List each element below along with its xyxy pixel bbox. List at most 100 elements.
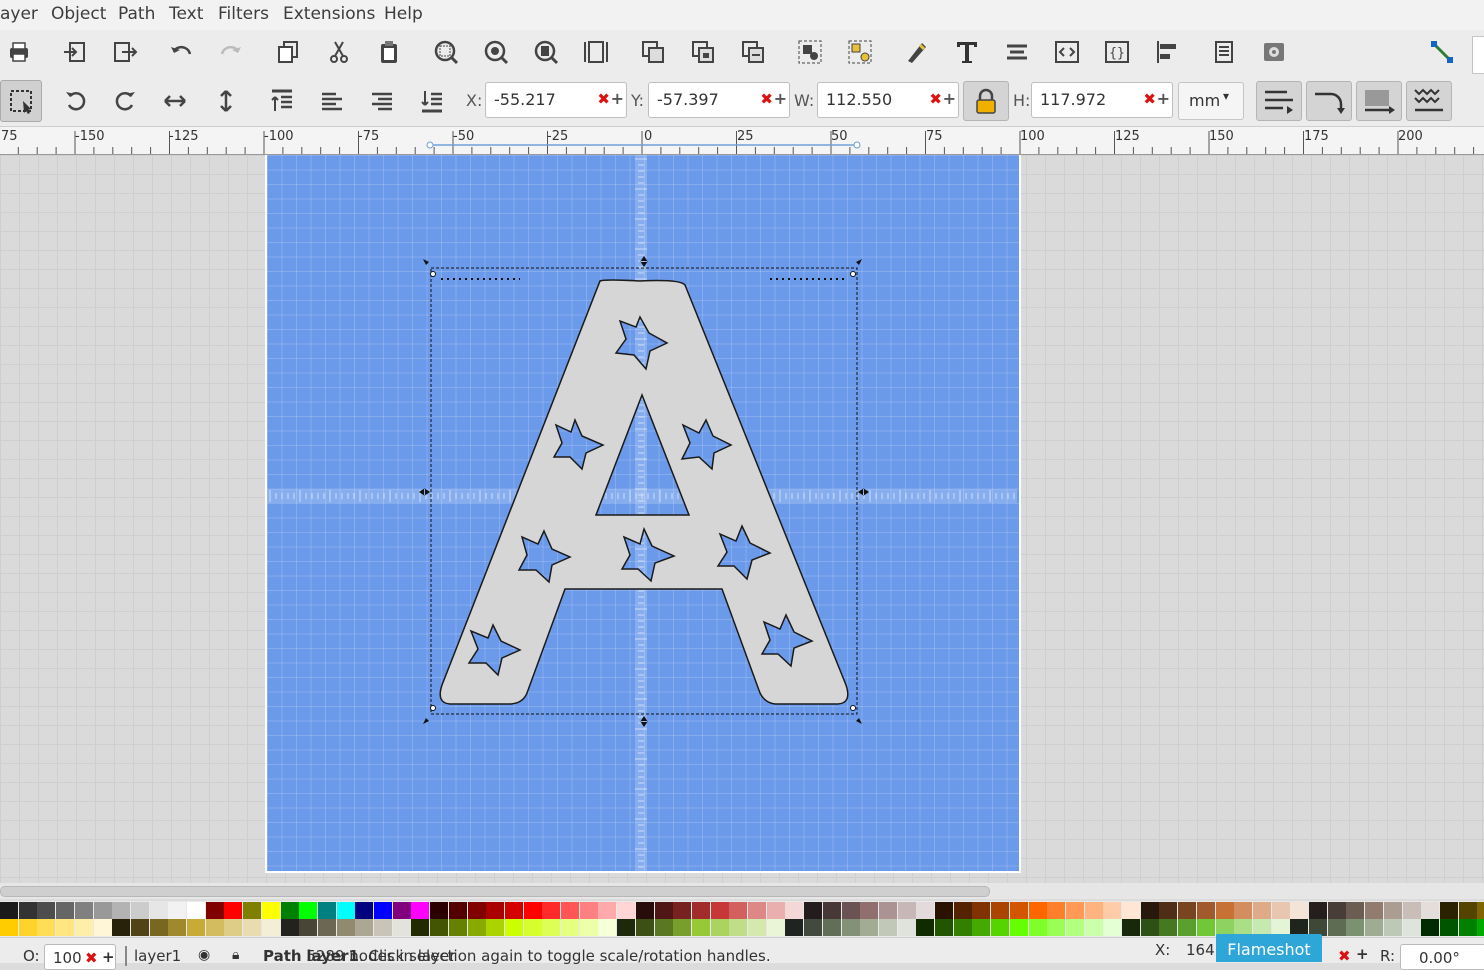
color-swatch[interactable] <box>523 919 542 936</box>
color-swatch[interactable] <box>579 919 598 936</box>
align-icon[interactable] <box>1152 37 1182 67</box>
color-swatch[interactable] <box>374 919 392 936</box>
color-swatch[interactable] <box>93 919 112 936</box>
color-swatch[interactable] <box>261 919 280 936</box>
text-font-icon[interactable] <box>952 37 982 67</box>
unit-select[interactable]: mm ▾ <box>1178 82 1244 120</box>
color-swatch[interactable] <box>935 919 953 936</box>
color-swatch[interactable] <box>579 902 598 919</box>
horizontal-ruler[interactable]: 75 -150 -125 -100 -75 -50 -25 0 25 50 75… <box>0 127 1484 155</box>
color-swatch[interactable] <box>542 902 561 919</box>
flameshot-tooltip[interactable]: Flameshot <box>1216 934 1322 962</box>
color-swatch[interactable] <box>1140 902 1159 919</box>
rotation-plus-icon[interactable]: + <box>1356 945 1369 963</box>
color-swatch[interactable] <box>822 902 841 919</box>
color-swatch[interactable] <box>448 902 467 919</box>
color-swatch[interactable] <box>766 919 785 936</box>
color-swatch[interactable] <box>224 902 243 919</box>
color-swatch[interactable] <box>374 902 392 919</box>
color-swatch[interactable] <box>748 902 766 919</box>
color-swatch[interactable] <box>1346 902 1365 919</box>
color-swatch[interactable] <box>1065 902 1084 919</box>
zoom-selection-icon[interactable] <box>431 37 461 67</box>
color-swatch[interactable] <box>1327 919 1346 936</box>
ungroup-icon[interactable] <box>845 37 875 67</box>
import-icon[interactable] <box>60 37 90 67</box>
color-swatch[interactable] <box>972 919 991 936</box>
color-swatch[interactable] <box>841 919 860 936</box>
color-swatch[interactable] <box>504 902 523 919</box>
lock-ratio-button[interactable] <box>963 81 1009 121</box>
zoom-drawing-icon[interactable] <box>481 37 511 67</box>
color-swatch[interactable] <box>691 902 710 919</box>
export-icon[interactable] <box>110 37 140 67</box>
color-swatch[interactable] <box>299 919 318 936</box>
color-swatch[interactable] <box>93 902 112 919</box>
color-swatch[interactable] <box>729 902 748 919</box>
color-swatch[interactable] <box>392 919 411 936</box>
menu-object[interactable]: Object <box>51 4 106 24</box>
w-field[interactable]: ✖+ <box>817 82 959 118</box>
color-swatch[interactable] <box>561 902 579 919</box>
color-swatch[interactable] <box>561 919 579 936</box>
color-swatch[interactable] <box>617 902 636 919</box>
color-swatch[interactable] <box>1047 902 1066 919</box>
color-swatch[interactable] <box>523 902 542 919</box>
color-swatch[interactable] <box>991 902 1010 919</box>
transform-pattern-button[interactable] <box>1406 81 1452 121</box>
color-swatch[interactable] <box>1458 902 1477 919</box>
color-swatch[interactable] <box>1234 902 1253 919</box>
color-swatch[interactable] <box>1103 919 1122 936</box>
color-swatch[interactable] <box>1439 902 1458 919</box>
preferences-icon[interactable] <box>1259 37 1289 67</box>
scrollbar-thumb[interactable] <box>0 886 990 897</box>
color-swatch[interactable] <box>317 919 336 936</box>
current-layer[interactable]: layer1 <box>134 947 181 965</box>
lock-layer-icon[interactable]: 🔒︎ <box>232 947 239 963</box>
color-swatch[interactable] <box>1178 902 1197 919</box>
h-input[interactable] <box>1038 89 1137 110</box>
horizontal-scrollbar[interactable] <box>0 883 1484 899</box>
scale-stroke-button[interactable] <box>1256 81 1302 121</box>
color-swatch[interactable] <box>1365 919 1384 936</box>
color-swatch[interactable] <box>1421 919 1440 936</box>
menu-text[interactable]: Text <box>169 4 203 24</box>
color-swatch[interactable] <box>1196 902 1215 919</box>
duplicate-object-icon[interactable] <box>638 37 668 67</box>
object-properties-icon[interactable]: {} <box>1102 37 1132 67</box>
color-swatch[interactable] <box>149 919 168 936</box>
lower-to-bottom-icon[interactable] <box>417 86 447 116</box>
color-swatch[interactable] <box>430 902 449 919</box>
color-swatch[interactable] <box>411 919 430 936</box>
color-swatch[interactable] <box>486 902 505 919</box>
color-swatch[interactable] <box>299 902 318 919</box>
color-swatch[interactable] <box>243 902 262 919</box>
color-palette[interactable] <box>0 901 1484 937</box>
color-swatch[interactable] <box>37 902 56 919</box>
x-plus-icon[interactable]: + <box>611 89 624 108</box>
color-swatch[interactable] <box>878 919 897 936</box>
color-swatch[interactable] <box>1009 919 1028 936</box>
color-swatch[interactable] <box>37 919 56 936</box>
color-swatch[interactable] <box>130 919 149 936</box>
menu-filters[interactable]: Filters <box>218 4 269 24</box>
color-swatch[interactable] <box>56 919 75 936</box>
fill-stroke-icon[interactable] <box>902 37 932 67</box>
color-swatch[interactable] <box>205 919 224 936</box>
color-swatch[interactable] <box>1458 919 1477 936</box>
color-swatch[interactable] <box>1159 902 1178 919</box>
w-plus-icon[interactable]: + <box>943 89 956 108</box>
color-swatch[interactable] <box>673 902 692 919</box>
drawing[interactable] <box>0 155 1484 883</box>
color-swatch[interactable] <box>1383 919 1402 936</box>
color-swatch[interactable] <box>897 919 916 936</box>
zoom-page-icon[interactable] <box>531 37 561 67</box>
undo-icon[interactable] <box>166 37 196 67</box>
xml-editor-icon[interactable] <box>1052 37 1082 67</box>
select-all-button[interactable] <box>0 80 42 122</box>
color-swatch[interactable] <box>187 902 205 919</box>
color-swatch[interactable] <box>0 902 18 919</box>
color-swatch[interactable] <box>991 919 1010 936</box>
color-swatch[interactable] <box>1065 919 1084 936</box>
y-field[interactable]: ✖+ <box>648 82 790 118</box>
